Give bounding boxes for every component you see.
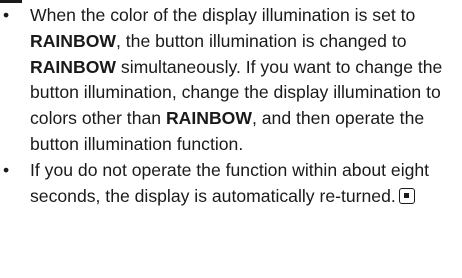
keyword-rainbow: RAINBOW: [30, 30, 117, 51]
bullet-icon: •: [3, 159, 10, 180]
bullet-icon: •: [3, 5, 10, 25]
note-item: • When the color of the display illumina…: [0, 3, 456, 158]
note-list: • When the color of the display illumina…: [0, 3, 456, 209]
note-text-segment: When the color of the display illuminati…: [30, 5, 416, 25]
note-text-segment: , the button illumination is changed to: [116, 30, 407, 51]
note-item: • If you do not operate the function wit…: [0, 158, 456, 210]
keyword-rainbow: RAINBOW: [165, 108, 252, 129]
note-text-segment: If you do not operate the function withi…: [30, 159, 430, 206]
keyword-rainbow: RAINBOW: [30, 56, 117, 77]
note-text: When the color of the display illuminati…: [30, 5, 442, 154]
note-text: If you do not operate the function withi…: [30, 160, 429, 206]
end-of-section-icon: [398, 187, 415, 204]
